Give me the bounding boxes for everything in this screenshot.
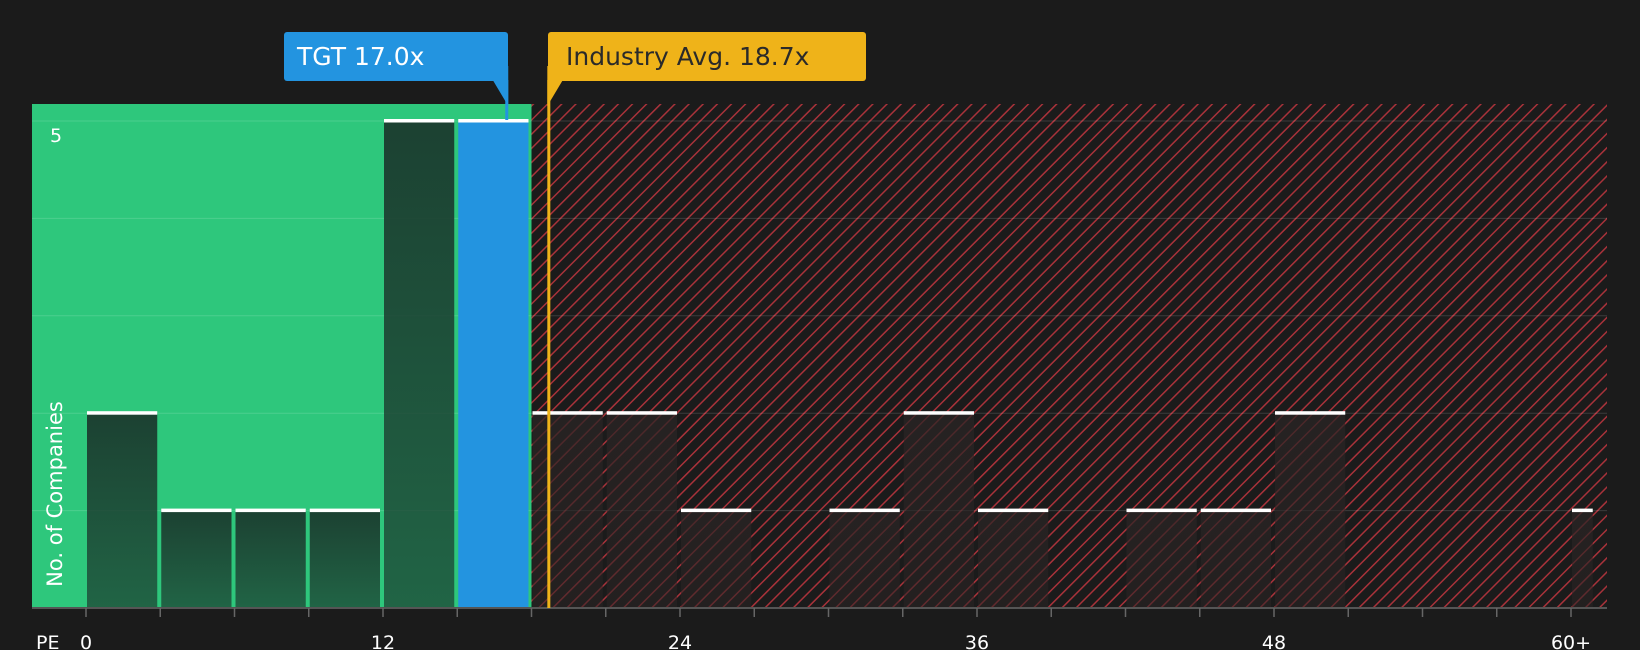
histogram-bar <box>309 510 380 608</box>
histogram-bar <box>978 510 1049 608</box>
histogram-bar <box>903 413 974 608</box>
histogram-chart: 0 12 24 36 48 60+ PE No. of Companies 5 <box>32 66 1607 650</box>
histogram-bar <box>1572 510 1593 608</box>
bar-top-line <box>606 411 677 415</box>
bar-top-line <box>235 508 306 513</box>
company-pe-callout: TGT 17.0x <box>284 32 508 81</box>
x-tick-label: 48 <box>1262 632 1286 650</box>
histogram-bar <box>829 510 900 608</box>
bar-top-line <box>681 508 752 513</box>
bar-top-line <box>829 508 900 513</box>
histogram-bar <box>1200 510 1271 608</box>
histogram-bar <box>1275 413 1346 608</box>
bar-top-line <box>87 411 158 415</box>
histogram-bar <box>161 510 232 608</box>
company-bar <box>458 121 529 608</box>
bar-top-line <box>1572 508 1593 513</box>
histogram-bar <box>532 413 603 608</box>
bar-top-line <box>309 508 380 513</box>
bar-top-line <box>458 119 529 123</box>
histogram-bar <box>1126 510 1197 608</box>
histogram-bar <box>87 413 158 608</box>
x-tick-label: 24 <box>668 632 692 650</box>
histogram-bar <box>606 413 677 608</box>
histogram-bar <box>235 510 306 608</box>
bar-top-line <box>1200 508 1271 513</box>
bar-top-line <box>1126 508 1197 513</box>
bar-top-line <box>1275 411 1346 415</box>
histogram-bar <box>384 121 455 608</box>
bar-top-line <box>384 119 455 123</box>
histogram-bar <box>681 510 752 608</box>
y-axis-label: No. of Companies <box>43 401 67 587</box>
industry-average-callout: Industry Avg. 18.7x <box>548 32 866 81</box>
bar-top-line <box>978 508 1049 513</box>
x-tick-label: 36 <box>965 632 989 650</box>
pe-ratio-histogram: 0 12 24 36 48 60+ PE No. of Companies 5 TGT 17.… <box>0 0 1640 650</box>
x-axis: 0 12 24 36 48 60+ <box>32 607 1607 650</box>
bar-top-line <box>903 411 974 415</box>
bar-top-line <box>161 508 232 513</box>
bar-top-line <box>532 411 603 415</box>
x-tick-label: 12 <box>371 632 395 650</box>
x-tick-label: 60+ <box>1551 632 1591 650</box>
x-axis-label: PE <box>36 632 59 650</box>
x-tick-label: 0 <box>80 632 92 650</box>
y-tick-label: 5 <box>50 125 62 147</box>
